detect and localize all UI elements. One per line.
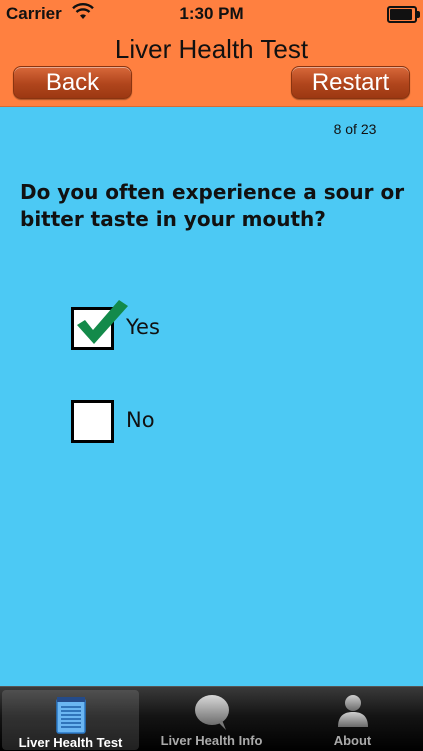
status-bar: Carrier 1:30 PM: [0, 0, 423, 28]
page-title: Liver Health Test: [114, 34, 309, 64]
battery-icon: [387, 6, 420, 23]
option-no[interactable]: No: [71, 400, 291, 444]
question-progress: 8 of 23: [333, 121, 377, 137]
option-label: No: [126, 408, 155, 432]
notepad-icon: [55, 696, 86, 739]
speech-bubble-icon: [192, 693, 232, 736]
question-text: Do you often experience a sour or bitter…: [20, 180, 405, 231]
restart-button[interactable]: Restart: [291, 66, 410, 99]
clock: 1:30 PM: [179, 4, 244, 23]
tab-label: Liver Health Test: [18, 735, 123, 750]
checkbox-no[interactable]: [71, 400, 114, 443]
tab-liver-health-test[interactable]: Liver Health Test: [2, 690, 139, 750]
tab-label: About: [333, 733, 372, 748]
tab-liver-health-info[interactable]: Liver Health Info: [141, 687, 282, 751]
person-icon: [335, 693, 371, 734]
option-label: Yes: [126, 315, 160, 339]
tab-label: Liver Health Info: [160, 733, 263, 748]
checkmark-icon: [77, 300, 128, 344]
tab-bar: Liver Health Test Liver Health Info Abou…: [0, 686, 423, 751]
tab-about[interactable]: About: [282, 687, 423, 751]
option-yes[interactable]: Yes: [71, 300, 291, 351]
navigation-bar: Liver Health Test Back Restart: [0, 28, 423, 107]
back-button[interactable]: Back: [13, 66, 132, 99]
